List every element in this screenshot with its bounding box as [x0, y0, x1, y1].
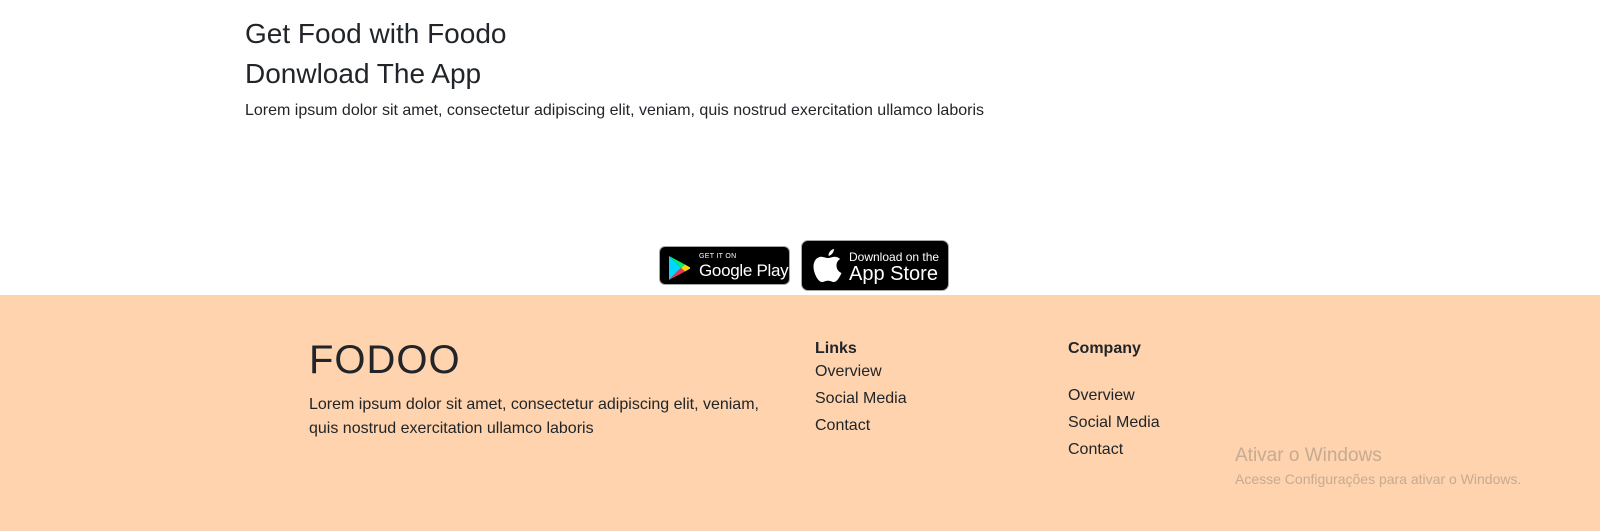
- store-badges: GET IT ON Google Play Download on the Ap…: [659, 240, 949, 292]
- footer-brand-logo: FODOO: [309, 338, 461, 382]
- footer-link-contact[interactable]: Contact: [815, 417, 870, 435]
- footer-company-link-social-media[interactable]: Social Media: [1068, 414, 1160, 432]
- footer-brand-description: Lorem ipsum dolor sit amet, consectetur …: [309, 396, 759, 437]
- footer-company-link-overview[interactable]: Overview: [1068, 387, 1135, 405]
- footer-company-title: Company: [1068, 340, 1141, 357]
- watermark-title: Ativar o Windows: [1235, 445, 1382, 466]
- google-play-big-text: Google Play: [699, 261, 789, 280]
- download-title-line1: Get Food with Foodo: [245, 18, 507, 49]
- apple-icon: [812, 248, 844, 289]
- watermark-subtitle: Acesse Configurações para ativar o Windo…: [1235, 471, 1522, 487]
- google-play-badge[interactable]: GET IT ON Google Play: [659, 246, 790, 285]
- footer-link-overview[interactable]: Overview: [815, 363, 882, 381]
- footer-company-link-contact[interactable]: Contact: [1068, 441, 1123, 459]
- download-description: Lorem ipsum dolor sit amet, consectetur …: [245, 102, 985, 119]
- app-store-big-text: App Store: [849, 263, 938, 285]
- windows-activation-watermark: Ativar o Windows Acesse Configurações pa…: [1235, 445, 1521, 487]
- site-footer: FODOO Lorem ipsum dolor sit amet, consec…: [0, 295, 1600, 531]
- google-play-small-text: GET IT ON: [699, 253, 737, 260]
- app-store-badge[interactable]: Download on the App Store: [801, 240, 949, 291]
- footer-links-title: Links: [815, 340, 857, 357]
- google-play-icon: [668, 255, 692, 286]
- app-store-small-text: Download on the: [849, 250, 940, 264]
- download-title-line2: Donwload The App: [245, 58, 482, 89]
- footer-link-social-media[interactable]: Social Media: [815, 390, 907, 408]
